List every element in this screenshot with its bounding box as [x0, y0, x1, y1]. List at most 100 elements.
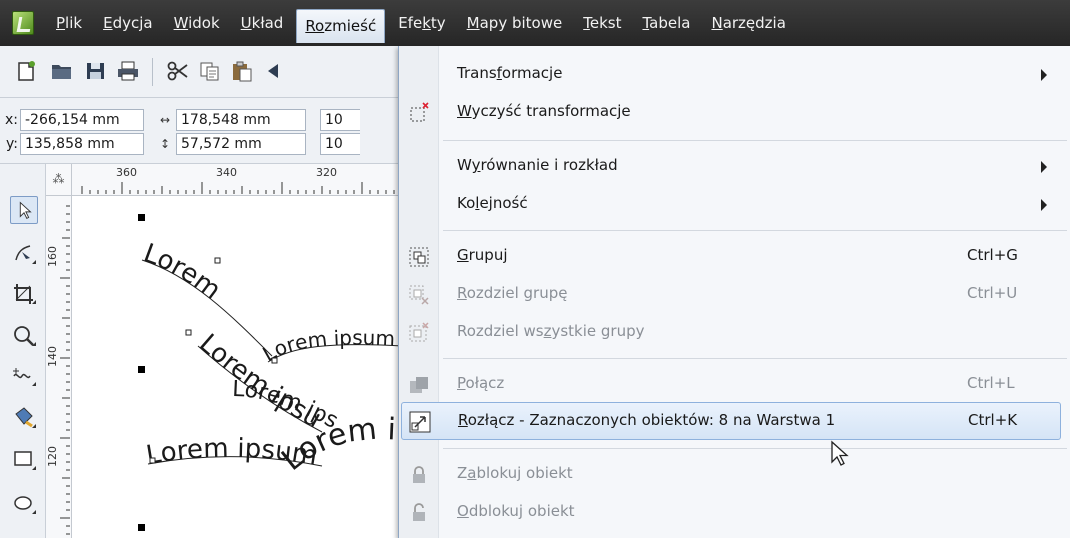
smart-fill-tool-icon[interactable]: [10, 404, 38, 432]
text-on-path[interactable]: Lorem: [140, 238, 227, 305]
shortcut-label: Ctrl+G: [967, 246, 1018, 264]
menu-item-label: Zablokuj obiekt: [457, 464, 573, 482]
submenu-arrow-icon: [1041, 161, 1047, 173]
mouse-cursor-icon: [831, 440, 849, 466]
menu-separator: [443, 230, 1067, 231]
ruler-left-label: 120: [46, 446, 59, 467]
scale-y-field[interactable]: 10: [320, 133, 360, 155]
ungroup-all-icon: [409, 322, 429, 342]
y-label: y:: [6, 136, 18, 152]
shortcut-label: Ctrl+L: [967, 374, 1015, 392]
menu-item-label: Grupuj: [457, 246, 508, 264]
ruler-origin-icon[interactable]: ⁂: [46, 164, 72, 196]
cut-icon[interactable]: [166, 60, 190, 82]
unlock-icon: [413, 503, 425, 521]
ruler-left-label: 140: [46, 346, 59, 367]
menu-separator: [443, 358, 1067, 359]
menu-plik[interactable]: Plik: [48, 7, 90, 39]
menu-tabela[interactable]: Tabela: [634, 7, 698, 39]
height-field[interactable]: 57,572 mm: [176, 133, 306, 155]
menu-item-rozdziel-grupe: Rozdziel grupę Ctrl+U: [399, 276, 1069, 314]
menu-edycja[interactable]: Edycja: [95, 7, 161, 39]
menu-mapy-bitowe[interactable]: Mapy bitowe: [459, 7, 571, 39]
horizontal-ruler[interactable]: 360 340 320: [72, 164, 400, 196]
width-icon: ↔: [159, 113, 171, 127]
menu-rozmiesc[interactable]: Rozmieść: [296, 9, 386, 43]
submenu-arrow-icon: [1041, 199, 1047, 211]
zoom-tool-icon[interactable]: [10, 322, 38, 350]
vertical-ruler[interactable]: 160 140 120: [46, 196, 72, 538]
combine-icon: [410, 377, 428, 393]
menu-item-odblokuj-obiekt: Odblokuj obiekt: [399, 494, 1069, 532]
path-node[interactable]: [149, 457, 156, 464]
crop-tool-icon[interactable]: [10, 280, 38, 308]
y-position-field[interactable]: 135,858 mm: [20, 133, 144, 155]
save-icon[interactable]: [84, 60, 108, 82]
new-document-icon[interactable]: [14, 60, 38, 82]
menu-item-polacz: Połącz Ctrl+L: [399, 366, 1069, 404]
property-bar: x: -266,154 mm ↔ 178,548 mm 10 y: 135,85…: [0, 98, 400, 164]
undo-icon[interactable]: [262, 60, 286, 82]
group-icon: [409, 247, 429, 267]
menu-item-label: Połącz: [457, 374, 505, 392]
height-icon: ↕: [159, 137, 171, 151]
selection-handle[interactable]: [138, 366, 145, 373]
menu-item-label: Transformacje: [457, 64, 563, 82]
menu-item-label: Rozdziel wszystkie grupy: [457, 322, 645, 340]
freehand-tool-icon[interactable]: [10, 362, 38, 390]
ruler-left-label: 160: [46, 246, 59, 267]
path-node[interactable]: [271, 357, 278, 364]
menu-efekty[interactable]: Efekty: [390, 7, 453, 39]
text-on-path[interactable]: Lorem ipsum: [72, 196, 342, 434]
shortcut-label: Ctrl+K: [968, 411, 1018, 429]
ruler-top-label: 360: [116, 166, 137, 179]
menu-item-label: Kolejność: [457, 194, 528, 212]
menu-item-label: Wyrównanie i rozkład: [457, 156, 618, 174]
pick-tool-icon[interactable]: [10, 196, 38, 224]
menu-item-kolejnosc[interactable]: Kolejność: [399, 186, 1069, 224]
menu-separator: [443, 140, 1067, 141]
path-node[interactable]: [185, 329, 192, 336]
menu-item-label: Rozdziel grupę: [457, 284, 568, 302]
menu-uklad[interactable]: Układ: [233, 7, 292, 39]
menu-narzedzia[interactable]: Narzędzia: [703, 7, 793, 39]
path-node[interactable]: [214, 257, 221, 264]
shape-tool-icon[interactable]: [10, 240, 38, 268]
menu-widok[interactable]: Widok: [166, 7, 228, 39]
drawing-canvas[interactable]: Lorem Lorem ipsum Lorem ipsum dol Lorem …: [72, 196, 400, 538]
x-position-field[interactable]: -266,154 mm: [20, 109, 144, 131]
width-field[interactable]: 178,548 mm: [176, 109, 306, 131]
menu-item-grupuj[interactable]: Grupuj Ctrl+G: [399, 238, 1069, 276]
toolbar-separator: [152, 58, 153, 86]
shortcut-label: Ctrl+U: [967, 284, 1018, 302]
app-logo-icon: [12, 11, 34, 35]
submenu-arrow-icon: [1041, 69, 1047, 81]
menu-item-zablokuj-obiekt: Zablokuj obiekt: [399, 456, 1069, 494]
scale-x-field[interactable]: 10: [320, 109, 360, 131]
ellipse-tool-icon[interactable]: [10, 490, 38, 518]
copy-icon[interactable]: [198, 60, 222, 82]
rectangle-tool-icon[interactable]: [10, 446, 38, 474]
standard-toolbar: [0, 46, 400, 98]
menu-item-wyrownanie-i-rozklad[interactable]: Wyrównanie i rozkład: [399, 148, 1069, 186]
menu-item-wyczysc-transformacje[interactable]: Wyczyść transformacje: [399, 94, 1069, 132]
lock-icon: [413, 466, 425, 483]
text-on-path-artwork[interactable]: Lorem Lorem ipsum Lorem ipsum dol Lorem …: [72, 196, 400, 538]
selection-handle[interactable]: [138, 524, 145, 531]
menu-item-label: Odblokuj obiekt: [457, 502, 575, 520]
paste-icon[interactable]: [230, 60, 254, 82]
menu-item-rozlacz[interactable]: Rozłącz - Zaznaczonych obiektów: 8 na Wa…: [401, 402, 1061, 440]
selection-handle[interactable]: [138, 214, 145, 221]
print-icon[interactable]: [116, 60, 140, 82]
x-label: x:: [4, 112, 18, 128]
menu-item-transformacje[interactable]: Transformacje: [399, 56, 1069, 94]
clear-transformations-icon: [410, 102, 429, 122]
ungroup-icon: [409, 285, 429, 305]
rozmiesc-dropdown-menu: Transformacje Wyczyść transformacje Wyró…: [398, 46, 1070, 538]
menu-tekst[interactable]: Tekst: [575, 7, 629, 39]
open-folder-icon[interactable]: [50, 60, 74, 82]
menu-item-rozdziel-wszystkie-grupy: Rozdziel wszystkie grupy: [399, 314, 1069, 352]
menu-separator: [443, 448, 1067, 449]
text-on-path[interactable]: Lorem ipsum: [259, 326, 396, 367]
menu-item-label: Wyczyść transformacje: [457, 102, 631, 120]
